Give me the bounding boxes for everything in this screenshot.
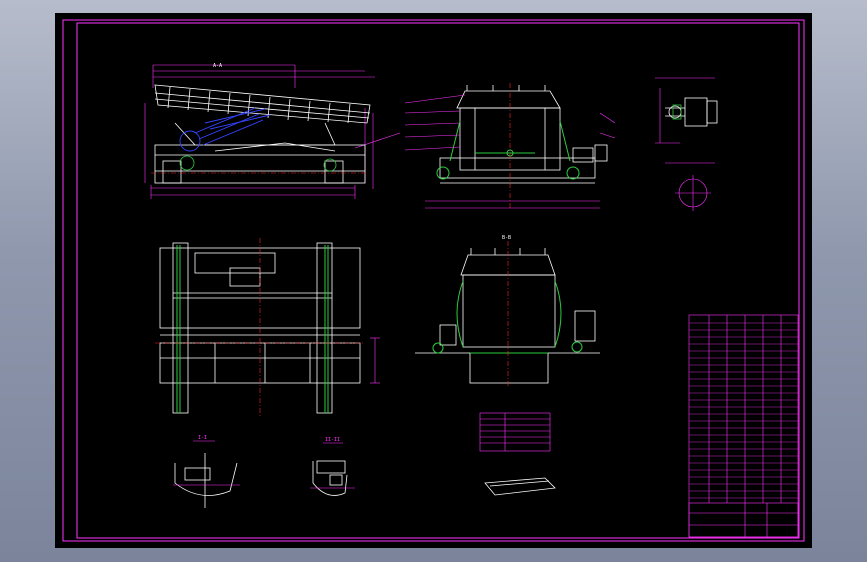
drawing-sheet: A-A B-B I-I II-II — [62, 19, 805, 542]
detail-section-2 — [310, 442, 355, 496]
label-plan-section: B-B — [502, 235, 511, 241]
cad-viewport[interactable]: A-A B-B I-I II-II — [55, 13, 812, 548]
technical-notes — [479, 412, 556, 496]
section-view — [415, 241, 600, 388]
parts-list-table — [688, 314, 799, 538]
detail-section-1 — [173, 440, 240, 508]
end-elevation-view — [404, 83, 616, 209]
label-side-section: A-A — [213, 63, 222, 69]
label-detail-1: I-I — [198, 435, 207, 441]
parts-list-rows — [689, 322, 798, 499]
label-detail-2: II-II — [325, 437, 340, 443]
title-block — [688, 502, 799, 538]
side-elevation-view — [144, 64, 401, 199]
detail-view-coupling — [655, 77, 718, 211]
plan-view — [155, 238, 380, 418]
